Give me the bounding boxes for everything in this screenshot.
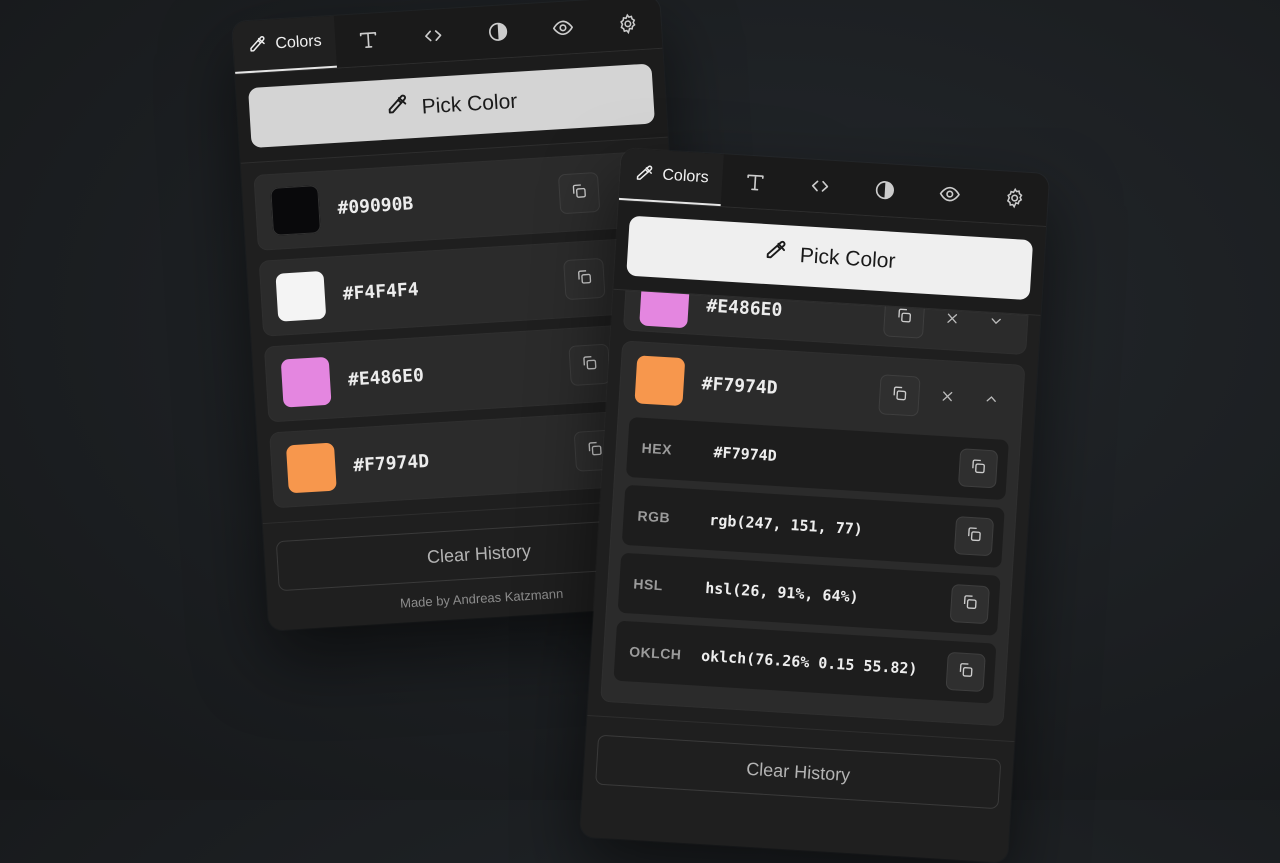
eyedropper-icon bbox=[385, 93, 411, 124]
tab-colors[interactable]: Colors bbox=[618, 148, 725, 207]
contrast-icon bbox=[487, 20, 510, 43]
format-value: oklch(76.26% 0.15 55.82) bbox=[700, 646, 919, 678]
copy-icon bbox=[575, 267, 594, 291]
eye-icon bbox=[552, 16, 575, 39]
color-swatch bbox=[634, 355, 686, 407]
eyedropper-icon bbox=[763, 239, 789, 270]
copy-icon bbox=[964, 524, 983, 548]
copy-icon bbox=[968, 456, 987, 480]
chevron-down-icon bbox=[987, 312, 1004, 334]
format-value: rgb(247, 151, 77) bbox=[708, 511, 864, 539]
format-label: OKLCH bbox=[628, 643, 682, 663]
copy-icon bbox=[585, 439, 604, 463]
color-swatch bbox=[285, 442, 337, 494]
typography-icon bbox=[743, 171, 766, 194]
format-label: RGB bbox=[637, 507, 671, 526]
color-swatch bbox=[639, 290, 691, 329]
pick-color-button[interactable]: Pick Color bbox=[626, 215, 1034, 301]
typography-icon bbox=[356, 28, 379, 51]
tab-settings[interactable] bbox=[981, 170, 1049, 226]
hex-value: #F7974D bbox=[701, 372, 779, 399]
history-item-expanded[interactable]: #F7974D HEX #F7974D RGB rgb(247, 151, 77… bbox=[600, 340, 1026, 727]
copy-hsl-button[interactable] bbox=[949, 583, 990, 625]
tab-code[interactable] bbox=[399, 8, 467, 64]
tab-contrast[interactable] bbox=[464, 4, 532, 60]
copy-rgb-button[interactable] bbox=[953, 516, 995, 557]
copy-icon bbox=[956, 660, 975, 684]
collapse-button[interactable] bbox=[974, 384, 1008, 418]
copy-icon bbox=[569, 181, 588, 205]
eyedropper-icon bbox=[634, 164, 655, 185]
copy-button[interactable] bbox=[563, 257, 606, 301]
contrast-icon bbox=[873, 178, 896, 201]
copy-icon bbox=[580, 353, 599, 377]
copy-button[interactable] bbox=[557, 171, 601, 215]
color-history-list: #E486E0 #F7974D HEX #F7974D RGB rgb(247,… bbox=[587, 290, 1040, 741]
code-icon bbox=[808, 175, 831, 198]
history-item[interactable]: #F4F4F4 bbox=[258, 236, 667, 337]
tab-preview[interactable] bbox=[529, 0, 597, 56]
history-item[interactable]: #09090B bbox=[253, 150, 662, 251]
tab-code[interactable] bbox=[786, 158, 854, 214]
close-icon bbox=[939, 387, 956, 409]
eye-icon bbox=[938, 182, 961, 205]
copy-button[interactable] bbox=[878, 374, 921, 417]
hex-value: #F4F4F4 bbox=[342, 278, 420, 305]
tab-settings[interactable] bbox=[594, 0, 662, 52]
format-value: hsl(26, 91%, 64%) bbox=[704, 578, 860, 607]
copy-hex-button[interactable] bbox=[957, 448, 999, 489]
pick-color-label: Pick Color bbox=[799, 244, 897, 273]
format-value: #F7974D bbox=[713, 443, 778, 466]
tab-colors[interactable]: Colors bbox=[232, 15, 338, 74]
tab-colors-label: Colors bbox=[274, 32, 323, 53]
color-format-details: HEX #F7974D RGB rgb(247, 151, 77) HSL hs… bbox=[600, 416, 1021, 726]
copy-icon bbox=[890, 383, 909, 407]
remove-button[interactable] bbox=[930, 381, 964, 415]
copy-icon bbox=[960, 592, 979, 616]
color-swatch bbox=[275, 270, 327, 322]
gear-icon bbox=[617, 12, 640, 35]
tab-contrast[interactable] bbox=[851, 162, 919, 218]
color-swatch bbox=[280, 356, 332, 408]
hex-value: #E486E0 bbox=[347, 364, 425, 391]
color-swatch bbox=[270, 185, 322, 236]
tab-typography[interactable] bbox=[721, 154, 789, 210]
clear-history-button[interactable]: Clear History bbox=[595, 734, 1002, 810]
copy-icon bbox=[894, 306, 913, 330]
color-picker-panel-front: Colors Pick Color #E486E0 #F7974D HEX #F… bbox=[579, 148, 1050, 863]
tab-preview[interactable] bbox=[916, 166, 984, 222]
pick-color-button[interactable]: Pick Color bbox=[248, 63, 655, 149]
format-label: HEX bbox=[641, 439, 673, 458]
eyedropper-icon bbox=[247, 35, 268, 56]
pick-color-label: Pick Color bbox=[420, 89, 518, 119]
code-icon bbox=[422, 24, 445, 47]
hex-value: #F7974D bbox=[352, 450, 430, 476]
gear-icon bbox=[1003, 186, 1026, 209]
tab-typography[interactable] bbox=[334, 12, 402, 68]
tab-colors-label: Colors bbox=[661, 166, 710, 187]
copy-oklch-button[interactable] bbox=[945, 651, 986, 693]
format-row-oklch: OKLCH oklch(76.26% 0.15 55.82) bbox=[613, 620, 997, 704]
chevron-up-icon bbox=[983, 390, 1000, 412]
hex-value: #09090B bbox=[336, 192, 414, 219]
copy-button[interactable] bbox=[568, 343, 611, 386]
format-label: HSL bbox=[632, 575, 664, 594]
close-icon bbox=[943, 310, 960, 332]
